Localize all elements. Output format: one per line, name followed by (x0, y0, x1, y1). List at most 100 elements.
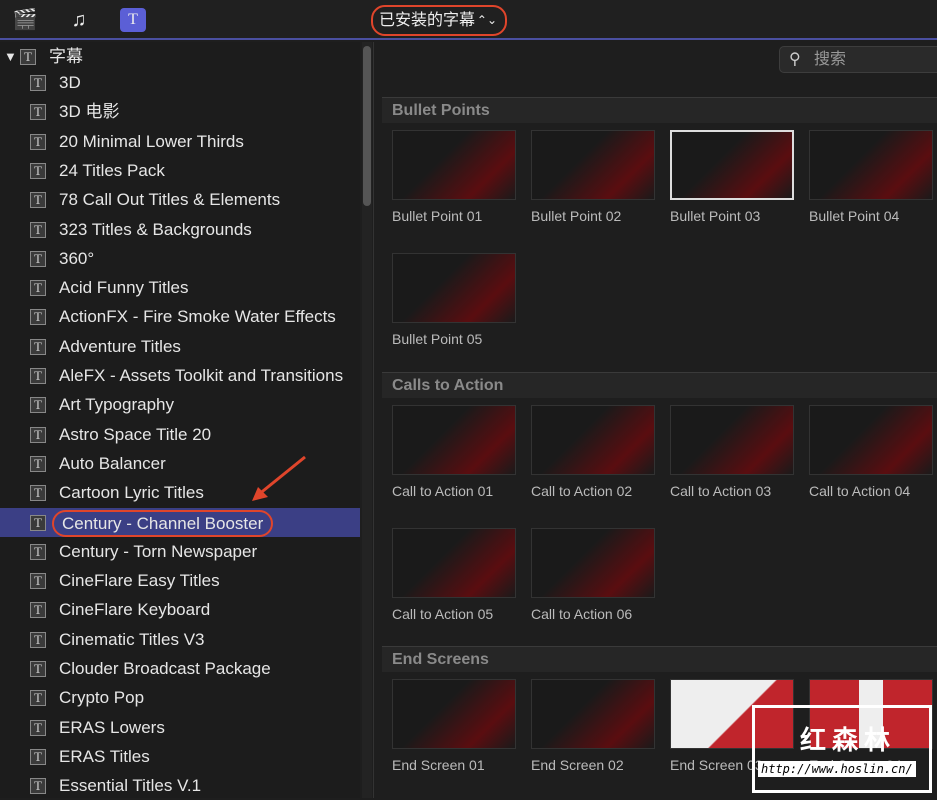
sidebar-item[interactable]: T CineFlare Easy Titles (0, 566, 360, 595)
photos-music-icon[interactable]: ♫ (66, 8, 92, 32)
title-icon: T (30, 280, 46, 297)
template-label: Call to Action 01 (392, 483, 494, 499)
title-icon: T (30, 397, 46, 414)
title-icon: T (30, 573, 46, 590)
sidebar-item[interactable]: T Astro Space Title 20 (0, 420, 360, 449)
template-thumbnail[interactable] (392, 130, 516, 200)
sidebar-item-label: Clouder Broadcast Package (59, 659, 271, 678)
title-icon: T (30, 631, 46, 648)
sidebar-item[interactable]: T 3D 电影 (0, 97, 360, 126)
sidebar-item-label: CineFlare Easy Titles (59, 571, 220, 591)
titles-generators-icon[interactable]: T (120, 8, 146, 32)
search-input[interactable]: ⚲ 搜索 (779, 46, 937, 73)
sidebar-item-label: 24 Titles Pack (59, 160, 165, 180)
sidebar-item[interactable]: T Adventure Titles (0, 332, 360, 361)
template-label: End Screen 03 (670, 757, 763, 773)
sidebar-item-label: CineFlare Keyboard (59, 600, 211, 620)
search-icon: ⚲ (789, 51, 801, 68)
sidebar-item[interactable]: T Acid Funny Titles (0, 273, 360, 302)
sidebar-item-label: 3D 电影 (59, 102, 120, 122)
sidebar-item[interactable]: T CineFlare Keyboard (0, 595, 360, 624)
sidebar-item[interactable]: T 360° (0, 244, 360, 273)
sidebar-item[interactable]: T 78 Call Out Titles & Elements (0, 185, 360, 214)
title-icon: T (30, 75, 46, 91)
sidebar-item[interactable]: T 323 Titles & Backgrounds (0, 215, 360, 244)
sidebar-item[interactable]: T Century - Channel Booster (0, 507, 360, 537)
template-thumbnail[interactable] (531, 679, 655, 749)
chevron-updown-icon: ⌃⌄ (476, 13, 497, 27)
template-thumbnail[interactable] (809, 405, 933, 475)
sidebar-item-label: ERAS Lowers (59, 717, 165, 737)
sidebar-item-label: ActionFX - Fire Smoke Water Effects (59, 307, 336, 327)
installed-titles-picker[interactable]: 已安装的字幕 ⌃⌄ (371, 5, 507, 36)
sidebar-item-label: Crypto Pop (59, 688, 145, 708)
title-icon: T (30, 192, 46, 209)
title-icon: T (30, 690, 46, 707)
sidebar-item[interactable]: T ActionFX - Fire Smoke Water Effects (0, 302, 360, 331)
disclosure-triangle-icon[interactable]: ▼ (4, 42, 17, 71)
sidebar-item[interactable]: T ERAS Lowers (0, 713, 360, 742)
title-icon: T (30, 602, 46, 619)
sidebar-item-label: Adventure Titles (59, 336, 181, 356)
sidebar-item[interactable]: T 20 Minimal Lower Thirds (0, 127, 360, 156)
title-icon: T (30, 162, 46, 179)
title-icon: T (30, 661, 46, 677)
sidebar-item[interactable]: T Art Typography (0, 390, 360, 419)
sidebar-scrollbar[interactable] (362, 42, 372, 798)
template-label: End Screen 02 (531, 757, 624, 773)
template-thumbnail[interactable] (670, 130, 794, 200)
watermark: 红森林 http://www.hoslin.cn/ (752, 705, 932, 793)
template-thumbnail[interactable] (809, 130, 933, 200)
sidebar-item[interactable]: T Cinematic Titles V3 (0, 625, 360, 654)
sidebar-root-titles[interactable]: ▼ T 字幕 (0, 42, 360, 71)
title-icon: T (30, 104, 46, 121)
template-label: Call to Action 04 (809, 483, 911, 499)
scrollbar-thumb[interactable] (363, 46, 371, 206)
sidebar-item[interactable]: T 24 Titles Pack (0, 156, 360, 185)
sidebar-item[interactable]: T Essential Titles V.1 (0, 771, 360, 800)
title-icon: T (30, 309, 46, 326)
title-icon: T (30, 250, 46, 267)
template-label: Call to Action 05 (392, 606, 494, 622)
sidebar: ▼ T 字幕 T 3D T 3D 电影 T 20 Minimal Lower Thirds T 24… (0, 42, 360, 798)
sidebar-root-label: 字幕 (49, 47, 83, 66)
sidebar-item-label: ERAS Titles (59, 746, 150, 766)
toolbar: 🎬 ♫ T 已安装的字幕 ⌃⌄ (0, 0, 937, 40)
template-thumbnail[interactable] (392, 253, 516, 323)
template-thumbnail[interactable] (392, 405, 516, 475)
watermark-url: http://www.hoslin.cn/ (758, 761, 916, 777)
sidebar-item-label: Acid Funny Titles (59, 278, 189, 298)
title-icon: T (30, 719, 46, 736)
template-label: Bullet Point 04 (809, 208, 900, 224)
template-label: Call to Action 02 (531, 483, 633, 499)
title-icon: T (20, 49, 36, 65)
section-header: End Screens (382, 646, 937, 672)
sidebar-item-label: Astro Space Title 20 (59, 424, 212, 444)
sidebar-item-label: Century - Channel Booster (52, 509, 274, 537)
sidebar-item-label: Art Typography (59, 395, 174, 415)
template-thumbnail[interactable] (531, 405, 655, 475)
sidebar-item[interactable]: T Century - Torn Newspaper (0, 537, 360, 566)
title-icon: T (30, 426, 46, 443)
sidebar-item-label: 323 Titles & Backgrounds (59, 219, 252, 239)
template-label: Call to Action 03 (670, 483, 772, 499)
title-icon: T (30, 221, 46, 238)
sidebar-item-label: Century - Torn Newspaper (59, 541, 258, 561)
title-icon: T (30, 778, 46, 795)
sidebar-item[interactable]: T 3D (0, 68, 360, 97)
template-thumbnail[interactable] (392, 679, 516, 749)
sidebar-item-label: AleFX - Assets Toolkit and Transitions (59, 366, 344, 385)
sidebar-item[interactable]: T ERAS Titles (0, 742, 360, 771)
sidebar-item[interactable]: T Clouder Broadcast Package (0, 654, 360, 683)
sidebar-item[interactable]: T Crypto Pop (0, 683, 360, 712)
title-icon: T (30, 133, 46, 150)
sidebar-item-label: 3D (59, 73, 81, 92)
template-thumbnail[interactable] (531, 130, 655, 200)
template-thumbnail[interactable] (392, 528, 516, 598)
template-thumbnail[interactable] (670, 405, 794, 475)
title-icon: T (30, 485, 46, 502)
sidebar-item[interactable]: T AleFX - Assets Toolkit and Transitions (0, 361, 360, 390)
clapper-star-icon[interactable]: 🎬 (12, 8, 38, 32)
template-label: Bullet Point 03 (670, 208, 761, 224)
template-thumbnail[interactable] (531, 528, 655, 598)
